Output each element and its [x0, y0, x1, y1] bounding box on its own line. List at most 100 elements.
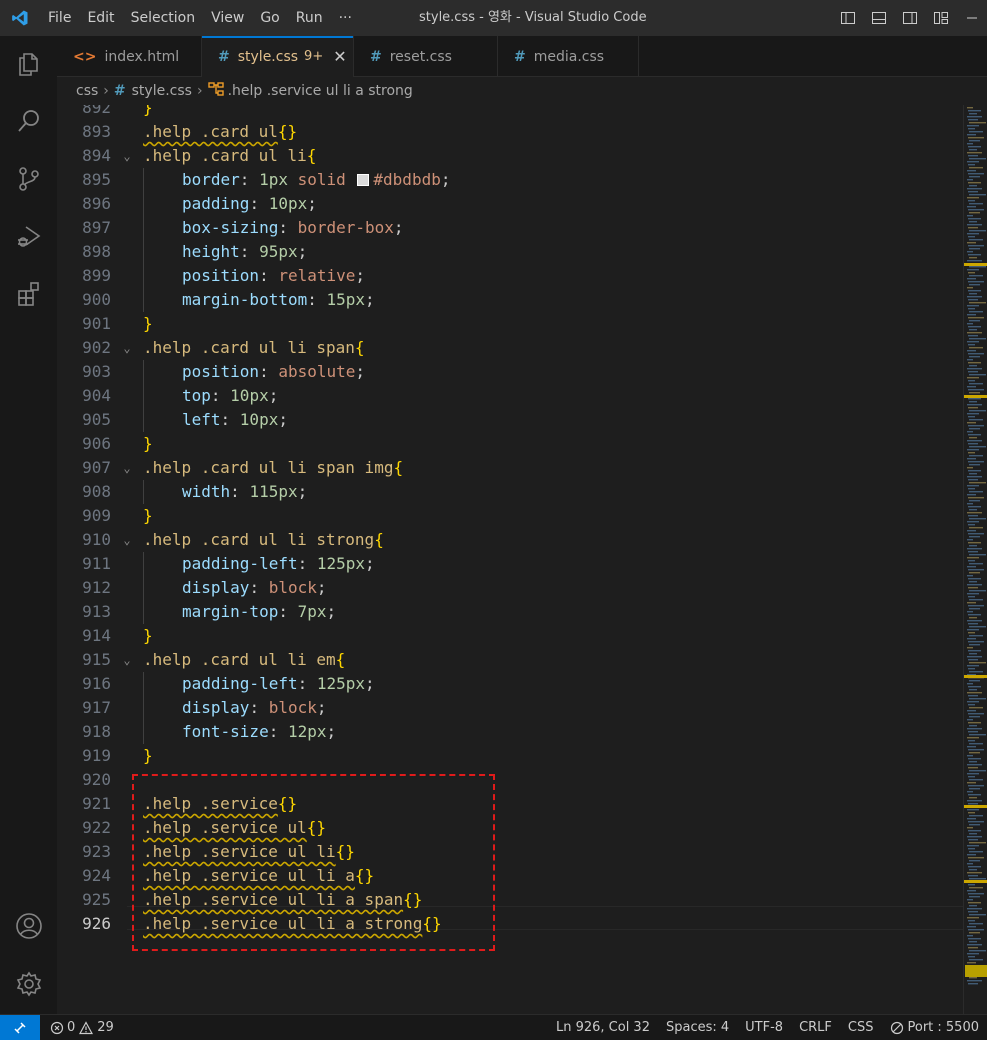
minimap-line [968, 938, 981, 940]
minimap-line [969, 761, 977, 763]
code-line[interactable]: 901} [57, 312, 963, 336]
minimize-icon[interactable] [956, 0, 987, 36]
code-line[interactable]: 904 top: 10px; [57, 384, 963, 408]
code-line[interactable]: 911 padding-left: 125px; [57, 552, 963, 576]
minimap-scrollbar[interactable] [963, 105, 987, 1014]
close-icon[interactable]: ✕ [333, 47, 346, 66]
indentation[interactable]: Spaces: 4 [658, 1015, 737, 1040]
run-debug-icon[interactable] [0, 208, 57, 264]
code-token: : [297, 554, 317, 573]
encoding[interactable]: UTF-8 [737, 1015, 791, 1040]
minimap-line [968, 749, 984, 751]
toggle-primary-sidebar-icon[interactable] [832, 0, 863, 36]
code-line[interactable]: 894 ⌄ .help .card ul li{ [57, 144, 963, 168]
code-line[interactable]: 892} [57, 105, 963, 120]
toggle-panel-icon[interactable] [863, 0, 894, 36]
minimap-line [967, 215, 973, 217]
code-token: padding-left [182, 674, 298, 693]
settings-gear-icon[interactable] [0, 956, 57, 1012]
menu-run[interactable]: Run [288, 0, 331, 36]
code-line[interactable]: 905 left: 10px; [57, 408, 963, 432]
minimap-line [969, 140, 980, 142]
code-token: border [182, 170, 240, 189]
tab-reset-css[interactable]: # reset.css [354, 36, 498, 77]
menu-more[interactable]: ··· [331, 0, 360, 36]
line-number: 906 [82, 434, 111, 453]
minimap-line [967, 773, 979, 775]
code-line[interactable]: 903 position: absolute; [57, 360, 963, 384]
breadcrumb-symbol[interactable]: .help .service ul li a strong [228, 83, 413, 99]
code-line[interactable]: 897 box-sizing: border-box; [57, 216, 963, 240]
code-line[interactable]: 902 ⌄ .help .card ul li span{ [57, 336, 963, 360]
tab-index-html[interactable]: <> index.html [57, 36, 202, 77]
live-server-port[interactable]: Port : 5500 [882, 1015, 987, 1040]
language-mode[interactable]: CSS [840, 1015, 882, 1040]
indent-guide [143, 600, 182, 624]
fold-chevron-icon[interactable]: ⌄ [119, 336, 135, 360]
minimap-line [969, 932, 980, 934]
menu-file[interactable]: File [40, 0, 79, 36]
code-line[interactable]: 912 display: block; [57, 576, 963, 600]
remote-indicator-icon[interactable] [0, 1014, 40, 1040]
menu-selection[interactable]: Selection [123, 0, 204, 36]
fold-chevron-icon[interactable]: ⌄ [119, 528, 135, 552]
extensions-icon[interactable] [0, 266, 57, 322]
minimap-line [969, 842, 986, 844]
code-line[interactable]: 906} [57, 432, 963, 456]
account-icon[interactable] [0, 898, 57, 954]
code-line[interactable]: 917 display: block; [57, 696, 963, 720]
code-token: .help .card ul li span [143, 338, 355, 357]
tab-style-css[interactable]: # style.css 9+ ✕ [202, 36, 354, 77]
cursor-position[interactable]: Ln 926, Col 32 [548, 1015, 658, 1040]
minimap-line [967, 242, 976, 244]
minimap-line [967, 125, 979, 127]
code-line[interactable]: 919} [57, 744, 963, 768]
line-number: 914 [82, 626, 111, 645]
code-line[interactable]: 910 ⌄ .help .card ul li strong{ [57, 528, 963, 552]
code-token: ; [326, 722, 337, 741]
fold-chevron-icon[interactable]: ⌄ [119, 456, 135, 480]
problems-indicator[interactable]: 0 29 [50, 1020, 114, 1035]
code-line[interactable]: 914} [57, 624, 963, 648]
fold-chevron-icon[interactable]: ⌄ [119, 144, 135, 168]
menu-go[interactable]: Go [252, 0, 287, 36]
search-icon[interactable] [0, 93, 57, 149]
code-line[interactable]: 907 ⌄ .help .card ul li span img{ [57, 456, 963, 480]
code-line[interactable]: 909} [57, 504, 963, 528]
source-control-icon[interactable] [0, 151, 57, 207]
minimap-line [967, 134, 976, 136]
color-swatch[interactable] [357, 174, 370, 186]
minimap-line [968, 317, 984, 319]
fold-chevron-icon[interactable]: ⌄ [119, 648, 135, 672]
minimap-line [969, 878, 986, 880]
code-token: ; [355, 266, 366, 285]
code-line[interactable]: 898 height: 95px; [57, 240, 963, 264]
code-line[interactable]: 915 ⌄ .help .card ul li em{ [57, 648, 963, 672]
code-token: : [307, 290, 327, 309]
code-token: display [182, 698, 250, 717]
breadcrumb-folder[interactable]: css [76, 83, 98, 99]
code-line[interactable]: 900 margin-bottom: 15px; [57, 288, 963, 312]
code-token: .help .card ul li [143, 146, 307, 165]
code-line[interactable]: 893 .help .card ul{} [57, 120, 963, 144]
minimap-line [968, 722, 981, 724]
breadcrumb-file[interactable]: style.css [132, 83, 192, 99]
code-line[interactable]: 896 padding: 10px; [57, 192, 963, 216]
explorer-icon[interactable] [0, 36, 57, 92]
code-line[interactable]: 895 border: 1px solid #dbdbdb; [57, 168, 963, 192]
menu-edit[interactable]: Edit [79, 0, 122, 36]
code-line[interactable]: 899 position: relative; [57, 264, 963, 288]
code-line[interactable]: 913 margin-top: 7px; [57, 600, 963, 624]
line-ending[interactable]: CRLF [791, 1015, 840, 1040]
code-line[interactable]: 908 width: 115px; [57, 480, 963, 504]
code-line[interactable]: 916 padding-left: 125px; [57, 672, 963, 696]
customize-layout-icon[interactable] [925, 0, 956, 36]
toggle-secondary-sidebar-icon[interactable] [894, 0, 925, 36]
code-line[interactable]: 918 font-size: 12px; [57, 720, 963, 744]
scroll-thumb[interactable] [965, 965, 987, 977]
tab-media-css[interactable]: # media.css [498, 36, 639, 77]
code-editor[interactable]: 892} 893 .help .card ul{} 894 ⌄ .help .card u… [57, 105, 963, 1014]
vscode-logo-icon[interactable] [0, 0, 40, 36]
menu-view[interactable]: View [203, 0, 252, 36]
minimap-line [968, 983, 978, 985]
